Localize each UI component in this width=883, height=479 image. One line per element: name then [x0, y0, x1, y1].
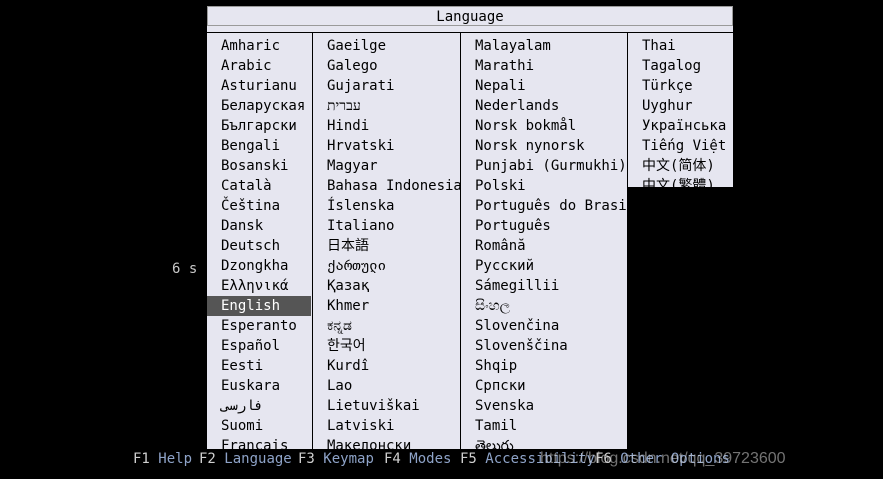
language-option[interactable]: Punjabi (Gurmukhi): [461, 156, 627, 176]
language-option[interactable]: Српски: [461, 376, 626, 396]
language-option[interactable]: Íslenska: [313, 196, 459, 216]
language-option[interactable]: Tiếng Việt: [628, 136, 731, 156]
language-option[interactable]: עברית: [313, 96, 459, 116]
language-option[interactable]: Marathi: [461, 56, 626, 76]
footer-item-modes[interactable]: F4 Modes: [384, 449, 451, 469]
title-separator: [207, 26, 733, 33]
language-option[interactable]: Arabic: [207, 56, 311, 76]
function-label: Keymap: [323, 451, 374, 467]
language-option[interactable]: Română: [461, 236, 626, 256]
language-option[interactable]: Gujarati: [313, 76, 459, 96]
language-option[interactable]: Čeština: [207, 196, 311, 216]
language-option[interactable]: ქართული: [313, 256, 459, 276]
language-option[interactable]: Lao: [313, 376, 459, 396]
language-option[interactable]: Català: [207, 176, 311, 196]
function-label: Language: [224, 451, 292, 467]
language-option[interactable]: Gaeilge: [313, 36, 459, 56]
language-option[interactable]: Magyar: [313, 156, 459, 176]
language-option[interactable]: Русский: [461, 256, 626, 276]
language-option[interactable]: Amharic: [207, 36, 311, 56]
language-option[interactable]: Suomi: [207, 416, 311, 436]
function-key: F4: [384, 451, 401, 467]
language-option[interactable]: Bengali: [207, 136, 311, 156]
language-option[interactable]: Português do Brasil: [461, 196, 635, 216]
language-column-3: Malayalam Marathi Nepali Nederlands Norsk bo…: [461, 33, 635, 454]
language-option[interactable]: Беларуская: [207, 96, 311, 116]
language-option[interactable]: 日本語: [313, 236, 459, 256]
footer-item-help[interactable]: F1 Help: [133, 449, 192, 469]
language-option[interactable]: Eesti: [207, 356, 311, 376]
language-option[interactable]: Bahasa Indonesia: [313, 176, 462, 196]
function-label: Help: [158, 451, 193, 467]
language-option[interactable]: Ελληνικά: [207, 276, 311, 296]
language-option[interactable]: Euskara: [207, 376, 311, 396]
language-option[interactable]: Nederlands: [461, 96, 626, 116]
language-option[interactable]: Português: [461, 216, 626, 236]
language-option[interactable]: Sámegillii: [461, 276, 626, 296]
language-option[interactable]: Asturianu: [207, 76, 311, 96]
function-key: F5: [460, 451, 477, 467]
function-key: F1: [133, 451, 150, 467]
language-option[interactable]: Italiano: [313, 216, 459, 236]
function-key: F3: [298, 451, 315, 467]
language-option-selected[interactable]: English: [207, 296, 311, 316]
language-option[interactable]: Shqip: [461, 356, 626, 376]
language-option[interactable]: Malayalam: [461, 36, 626, 56]
menu-title: Language: [207, 6, 733, 26]
language-option[interactable]: Thai: [628, 36, 731, 56]
language-option[interactable]: Türkçe: [628, 76, 731, 96]
boot-timer: 6 s: [172, 261, 198, 277]
language-option[interactable]: Bosanski: [207, 156, 311, 176]
language-option[interactable]: Norsk bokmål: [461, 116, 626, 136]
language-option[interactable]: Esperanto: [207, 316, 311, 336]
language-option[interactable]: Tagalog: [628, 56, 731, 76]
function-label: Modes: [409, 451, 452, 467]
language-option[interactable]: Hindi: [313, 116, 459, 136]
footer-item-keymap[interactable]: F3 Keymap: [298, 449, 374, 469]
language-option[interactable]: ಕನ್ನಡ: [313, 316, 459, 336]
language-option[interactable]: Polski: [461, 176, 626, 196]
language-option[interactable]: Khmer: [313, 296, 459, 316]
language-option[interactable]: Slovenčina: [461, 316, 626, 336]
language-option[interactable]: 한국어: [313, 336, 459, 356]
language-option[interactable]: Dansk: [207, 216, 311, 236]
language-menu: Language Amharic Arabic Asturianu Беларуска…: [207, 6, 733, 454]
language-option[interactable]: Tamil: [461, 416, 626, 436]
watermark: https://blog.csdn.net/qq_39723600: [540, 450, 786, 467]
language-option[interactable]: Galego: [313, 56, 459, 76]
language-option[interactable]: Latviski: [313, 416, 459, 436]
language-option[interactable]: Slovenščina: [461, 336, 626, 356]
language-option[interactable]: Українська: [628, 116, 731, 136]
language-option[interactable]: Uyghur: [628, 96, 731, 116]
language-option[interactable]: Lietuviškai: [313, 396, 459, 416]
language-option[interactable]: Deutsch: [207, 236, 311, 256]
language-option[interactable]: Kurdî: [313, 356, 459, 376]
language-option[interactable]: Español: [207, 336, 311, 356]
language-option[interactable]: فارسی: [207, 396, 311, 416]
language-option[interactable]: Nepali: [461, 76, 626, 96]
language-option[interactable]: Svenska: [461, 396, 626, 416]
function-key: F2: [199, 451, 216, 467]
language-column-1: Amharic Arabic Asturianu Беларуская Българск…: [207, 33, 313, 454]
language-column-2: Gaeilge Galego Gujarati עברית Hindi Hrvatski M…: [313, 33, 462, 454]
language-option[interactable]: Dzongkha: [207, 256, 311, 276]
language-option[interactable]: Hrvatski: [313, 136, 459, 156]
language-column-4: Thai Tagalog Türkçe Uyghur Українська Tiếng V…: [628, 33, 733, 194]
language-option[interactable]: සිංහල: [461, 296, 626, 316]
language-option[interactable]: 中文(繁體): [628, 176, 731, 196]
language-option[interactable]: Қазақ: [313, 276, 459, 296]
language-option[interactable]: 中文(简体): [628, 156, 731, 176]
language-option[interactable]: Български: [207, 116, 311, 136]
footer-item-language[interactable]: F2 Language: [199, 449, 292, 469]
language-option[interactable]: Norsk nynorsk: [461, 136, 626, 156]
